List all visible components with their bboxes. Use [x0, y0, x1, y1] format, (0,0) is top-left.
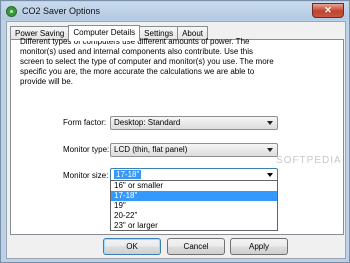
chevron-down-icon [267, 173, 273, 177]
form-factor-label: Form factor: [63, 118, 107, 127]
softpedia-watermark: SOFTPEDIA [276, 155, 342, 166]
monitor-size-option[interactable]: 19" [111, 201, 277, 211]
monitor-size-option[interactable]: 20-22" [111, 211, 277, 221]
description-line: provide will be. [20, 77, 73, 86]
apply-button[interactable]: Apply [230, 238, 288, 255]
chevron-down-icon [267, 121, 273, 125]
monitor-size-option[interactable]: 16" or smaller [111, 181, 277, 191]
description-line: screen to select the type of computer an… [20, 57, 274, 66]
monitor-type-value: LCD (thin, flat panel) [114, 145, 188, 154]
co2-saver-app-icon [6, 6, 17, 17]
window-title: CO2 Saver Options [22, 6, 101, 16]
description-line: Different types of computers use differe… [20, 37, 250, 46]
description-text: Different types of computers use differe… [20, 37, 320, 87]
monitor-size-value: 17-18" [114, 170, 142, 179]
ok-button[interactable]: OK [103, 238, 161, 255]
chevron-down-icon [267, 148, 273, 152]
monitor-size-label: Monitor size: [63, 171, 109, 180]
monitor-type-select[interactable]: LCD (thin, flat panel) [110, 143, 278, 157]
description-line: specific you are, the more accurate the … [20, 67, 255, 76]
form-factor-value: Desktop: Standard [114, 118, 181, 127]
tab-computer-details[interactable]: Computer Details [68, 25, 141, 41]
title-bar[interactable]: CO2 Saver Options ✕ [2, 2, 348, 20]
close-button[interactable]: ✕ [312, 3, 344, 18]
monitor-size-option[interactable]: 17-18" [111, 191, 277, 201]
monitor-type-label: Monitor type: [63, 145, 110, 154]
description-line: monitor(s) used and internal components … [20, 47, 254, 56]
monitor-size-option[interactable]: 23" or larger [111, 221, 277, 231]
monitor-size-dropdown-list: 16" or smaller 17-18" 19" 20-22" 23" or … [110, 180, 278, 231]
cancel-button[interactable]: Cancel [167, 238, 225, 255]
form-factor-select[interactable]: Desktop: Standard [110, 116, 278, 130]
